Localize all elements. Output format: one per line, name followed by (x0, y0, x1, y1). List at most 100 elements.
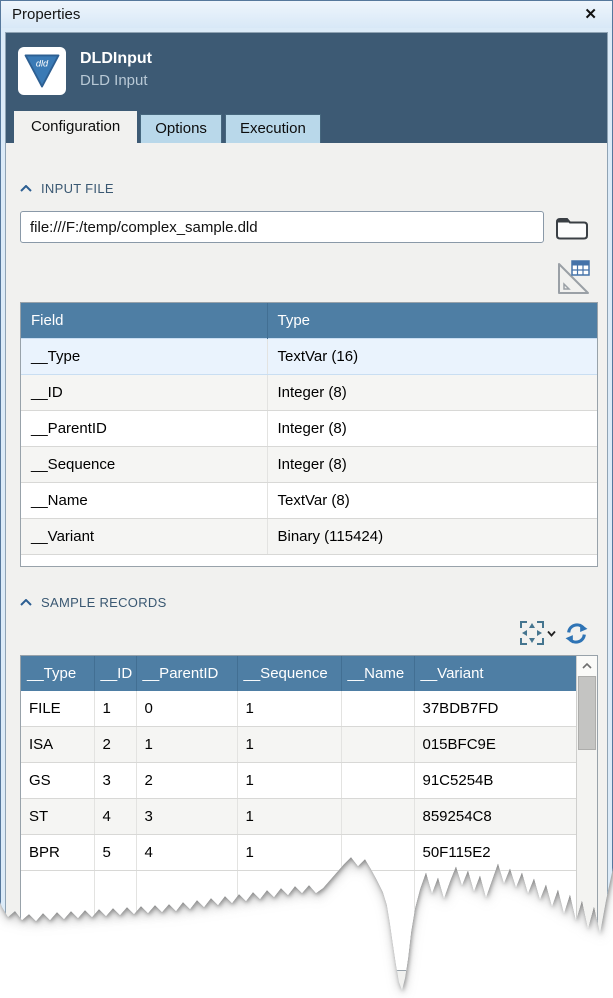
dropdown-chevron-icon (547, 630, 556, 637)
table-cell: __Name (21, 483, 267, 519)
column-header[interactable]: Field (21, 303, 267, 339)
vertical-scrollbar[interactable] (576, 656, 597, 970)
tab-strip: Configuration Options Execution (14, 107, 595, 143)
design-schema-button[interactable] (551, 257, 591, 297)
file-path-row (20, 211, 593, 243)
table-cell (341, 763, 414, 799)
table-cell: 3 (94, 763, 136, 799)
table-cell: 2 (94, 727, 136, 763)
table-cell: __ParentID (21, 411, 267, 447)
collapse-chevron-icon (20, 599, 32, 606)
column-header[interactable]: __ParentID (136, 656, 237, 691)
table-cell: 1 (94, 691, 136, 727)
window-title: Properties (12, 6, 580, 23)
column-header[interactable]: __ID (94, 656, 136, 691)
table-cell: 4 (136, 835, 237, 871)
collapse-chevron-icon (20, 185, 32, 192)
table-cell: __ID (21, 375, 267, 411)
table-row[interactable]: GS321 91C5254B (21, 763, 576, 799)
refresh-button[interactable] (562, 621, 591, 646)
component-type: DLD Input (80, 72, 152, 89)
table-cell: 1 (237, 727, 341, 763)
column-header[interactable]: Type (267, 303, 597, 339)
column-header[interactable]: __Type (21, 656, 94, 691)
table-cell: 3 (136, 799, 237, 835)
section-label: SAMPLE RECORDS (41, 595, 167, 610)
table-row[interactable]: ISA211015BFC9E (21, 727, 576, 763)
table-cell (341, 799, 414, 835)
table-cell: 1 (237, 691, 341, 727)
table-cell: Integer (8) (267, 411, 597, 447)
empty-row (21, 871, 576, 971)
folder-icon (554, 214, 588, 241)
table-cell: 015BFC9E (414, 727, 576, 763)
browse-file-button[interactable] (554, 214, 588, 241)
table-row[interactable]: __VariantBinary (115424) (21, 519, 597, 555)
table-cell: Binary (115424) (267, 519, 597, 555)
table-cell: BPR (21, 835, 94, 871)
component-name: DLDInput (80, 50, 152, 68)
sample-records-section-header[interactable]: SAMPLE RECORDS (20, 595, 593, 610)
table-cell: Integer (8) (267, 447, 597, 483)
table-cell: 1 (136, 727, 237, 763)
table-cell: ST (21, 799, 94, 835)
table-cell: Integer (8) (267, 375, 597, 411)
table-row[interactable]: __ParentIDInteger (8) (21, 411, 597, 447)
table-cell: 2 (136, 763, 237, 799)
configuration-panel: INPUT FILE (6, 143, 607, 997)
set-square-grid-icon (551, 257, 591, 297)
tab-execution[interactable]: Execution (225, 114, 321, 143)
table-cell (341, 835, 414, 871)
component-header: dld DLDInput DLD Input Configuration Opt… (6, 33, 607, 143)
tab-options[interactable]: Options (140, 114, 222, 143)
table-cell: FILE (21, 691, 94, 727)
table-row[interactable]: ST431 859254C8 (21, 799, 576, 835)
svg-text:dld: dld (36, 58, 49, 68)
fit-columns-button[interactable] (517, 620, 558, 646)
table-cell: TextVar (16) (267, 339, 597, 375)
column-header[interactable]: __Variant (414, 656, 576, 691)
table-cell: 1 (237, 763, 341, 799)
table-row[interactable]: __NameTextVar (8) (21, 483, 597, 519)
title-bar: Properties ✕ (1, 1, 612, 28)
refresh-icon (564, 621, 589, 646)
table-row[interactable]: BPR54150F115E2 (21, 835, 576, 871)
table-cell: 0 (136, 691, 237, 727)
table-cell: __Sequence (21, 447, 267, 483)
expand-arrows-icon (519, 620, 545, 646)
table-cell: 91C5254B (414, 763, 576, 799)
properties-window: Properties ✕ dld DLDInput DLD Input (0, 0, 613, 998)
column-header[interactable]: __Sequence (237, 656, 341, 691)
scrollbar-thumb[interactable] (578, 676, 596, 750)
table-cell: __Type (21, 339, 267, 375)
sample-tools-row (20, 618, 591, 648)
table-row[interactable]: __IDInteger (8) (21, 375, 597, 411)
section-label: INPUT FILE (41, 181, 114, 196)
table-row[interactable]: FILE10137BDB7FD (21, 691, 576, 727)
table-cell: 1 (237, 799, 341, 835)
fields-grid: FieldType__TypeTextVar (16)__IDInteger (… (20, 302, 598, 567)
table-cell: GS (21, 763, 94, 799)
table-cell: ISA (21, 727, 94, 763)
table-cell (341, 727, 414, 763)
table-cell: 4 (94, 799, 136, 835)
torn-page: Properties ✕ dld DLDInput DLD Input (0, 0, 613, 998)
sample-records-grid: __Type__ID__ParentID__Sequence__Name__Va… (20, 655, 598, 971)
window-body: dld DLDInput DLD Input Configuration Opt… (5, 32, 608, 997)
input-file-section-header[interactable]: INPUT FILE (20, 181, 593, 196)
table-cell (341, 691, 414, 727)
dld-triangle-icon: dld (20, 49, 64, 93)
table-cell: 37BDB7FD (414, 691, 576, 727)
close-icon[interactable]: ✕ (580, 5, 601, 24)
file-path-input[interactable] (20, 211, 544, 243)
table-row[interactable]: __SequenceInteger (8) (21, 447, 597, 483)
table-cell: 1 (237, 835, 341, 871)
table-row[interactable]: __TypeTextVar (16) (21, 339, 597, 375)
dld-component-icon: dld (18, 47, 66, 95)
column-header[interactable]: __Name (341, 656, 414, 691)
table-cell: __Variant (21, 519, 267, 555)
scroll-up-button[interactable] (577, 656, 597, 676)
table-cell: 859254C8 (414, 799, 576, 835)
schema-tools-row (20, 257, 591, 297)
tab-configuration[interactable]: Configuration (14, 111, 137, 143)
